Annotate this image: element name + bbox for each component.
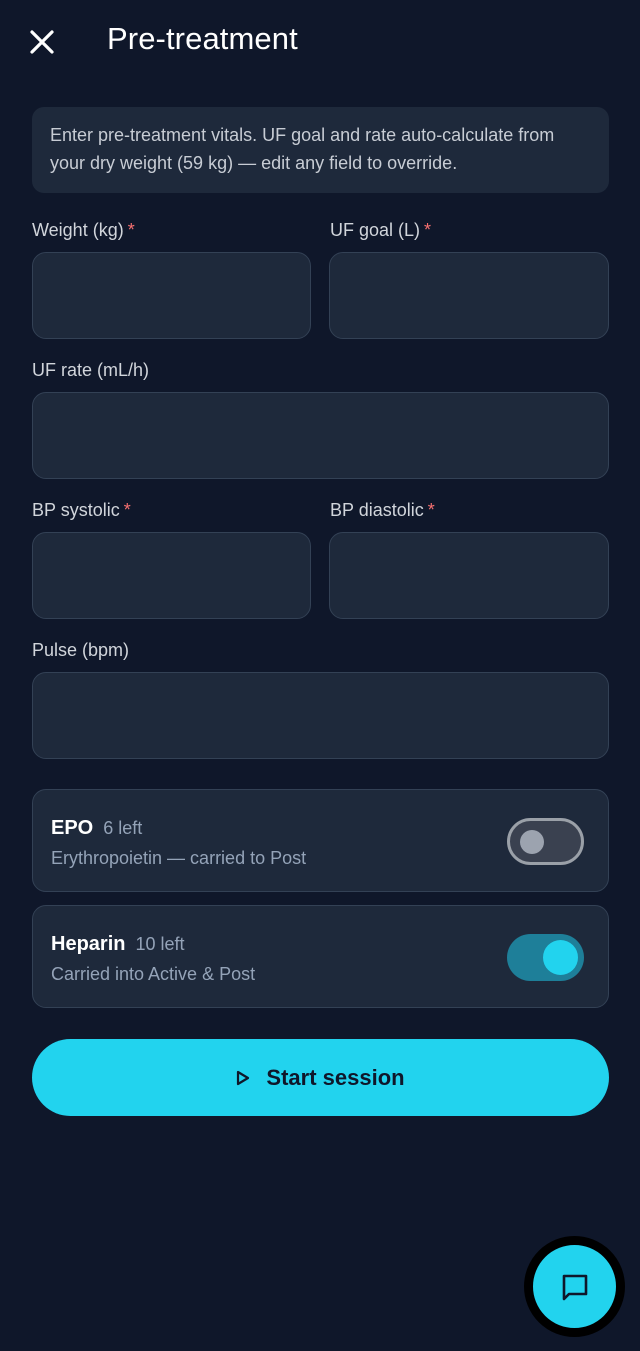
uf-goal-label: UF goal (L) * (330, 220, 431, 241)
toggle-knob (520, 830, 544, 854)
med-count: 6 left (103, 818, 143, 838)
pulse-label-text: Pulse (bpm) (32, 640, 130, 660)
med-title: Heparin 10 left (51, 933, 185, 956)
med-name: Heparin (51, 933, 126, 955)
required-mark: * (123, 500, 131, 520)
weight-input[interactable] (32, 252, 311, 339)
bp-diastolic-input[interactable] (329, 532, 609, 619)
uf-rate-label: UF rate (mL/h) (32, 360, 149, 381)
header: Pre-treatment (0, 0, 640, 84)
close-button[interactable] (22, 22, 62, 62)
med-card-epo: EPO 6 left Erythropoietin — carried to Po… (32, 789, 609, 892)
play-icon (237, 1070, 250, 1085)
uf-rate-input[interactable] (32, 392, 609, 479)
bp-systolic-label-text: BP systolic (32, 500, 120, 520)
info-text: Enter pre-treatment vitals. UF goal and … (50, 125, 555, 173)
close-icon (30, 30, 54, 54)
med-count: 10 left (135, 934, 185, 954)
pulse-input[interactable] (32, 672, 609, 759)
uf-goal-input[interactable] (329, 252, 609, 339)
uf-goal-label-text: UF goal (L) (330, 220, 421, 240)
med-name: EPO (51, 817, 94, 839)
weight-label-text: Weight (kg) (32, 220, 124, 240)
bp-systolic-label: BP systolic * (32, 500, 131, 521)
bp-diastolic-label-text: BP diastolic (330, 500, 424, 520)
med-description: Erythropoietin — carried to Post (51, 848, 307, 868)
epo-toggle[interactable] (507, 818, 584, 865)
pre-treatment-screen: Pre-treatment Enter pre-treatment vitals… (0, 0, 640, 1351)
pulse-label: Pulse (bpm) (32, 640, 129, 661)
info-banner: Enter pre-treatment vitals. UF goal and … (32, 107, 609, 193)
required-mark: * (424, 220, 432, 240)
required-mark: * (127, 220, 135, 240)
med-card-heparin: Heparin 10 left Carried into Active & Pos… (32, 905, 609, 1008)
bp-systolic-input[interactable] (32, 532, 311, 619)
toggle-knob (543, 940, 578, 975)
required-mark: * (427, 500, 435, 520)
med-title: EPO 6 left (51, 817, 142, 840)
uf-rate-label-text: UF rate (mL/h) (32, 360, 150, 380)
weight-label: Weight (kg) * (32, 220, 135, 241)
heparin-toggle[interactable] (507, 934, 584, 981)
chat-fab-button[interactable] (524, 1236, 625, 1337)
med-description: Carried into Active & Post (51, 964, 256, 984)
start-session-button[interactable]: Start session (32, 1039, 609, 1116)
start-session-label: Start session (266, 1064, 405, 1090)
page-title: Pre-treatment (107, 21, 298, 56)
bp-diastolic-label: BP diastolic * (330, 500, 435, 521)
chat-icon (562, 1274, 587, 1300)
